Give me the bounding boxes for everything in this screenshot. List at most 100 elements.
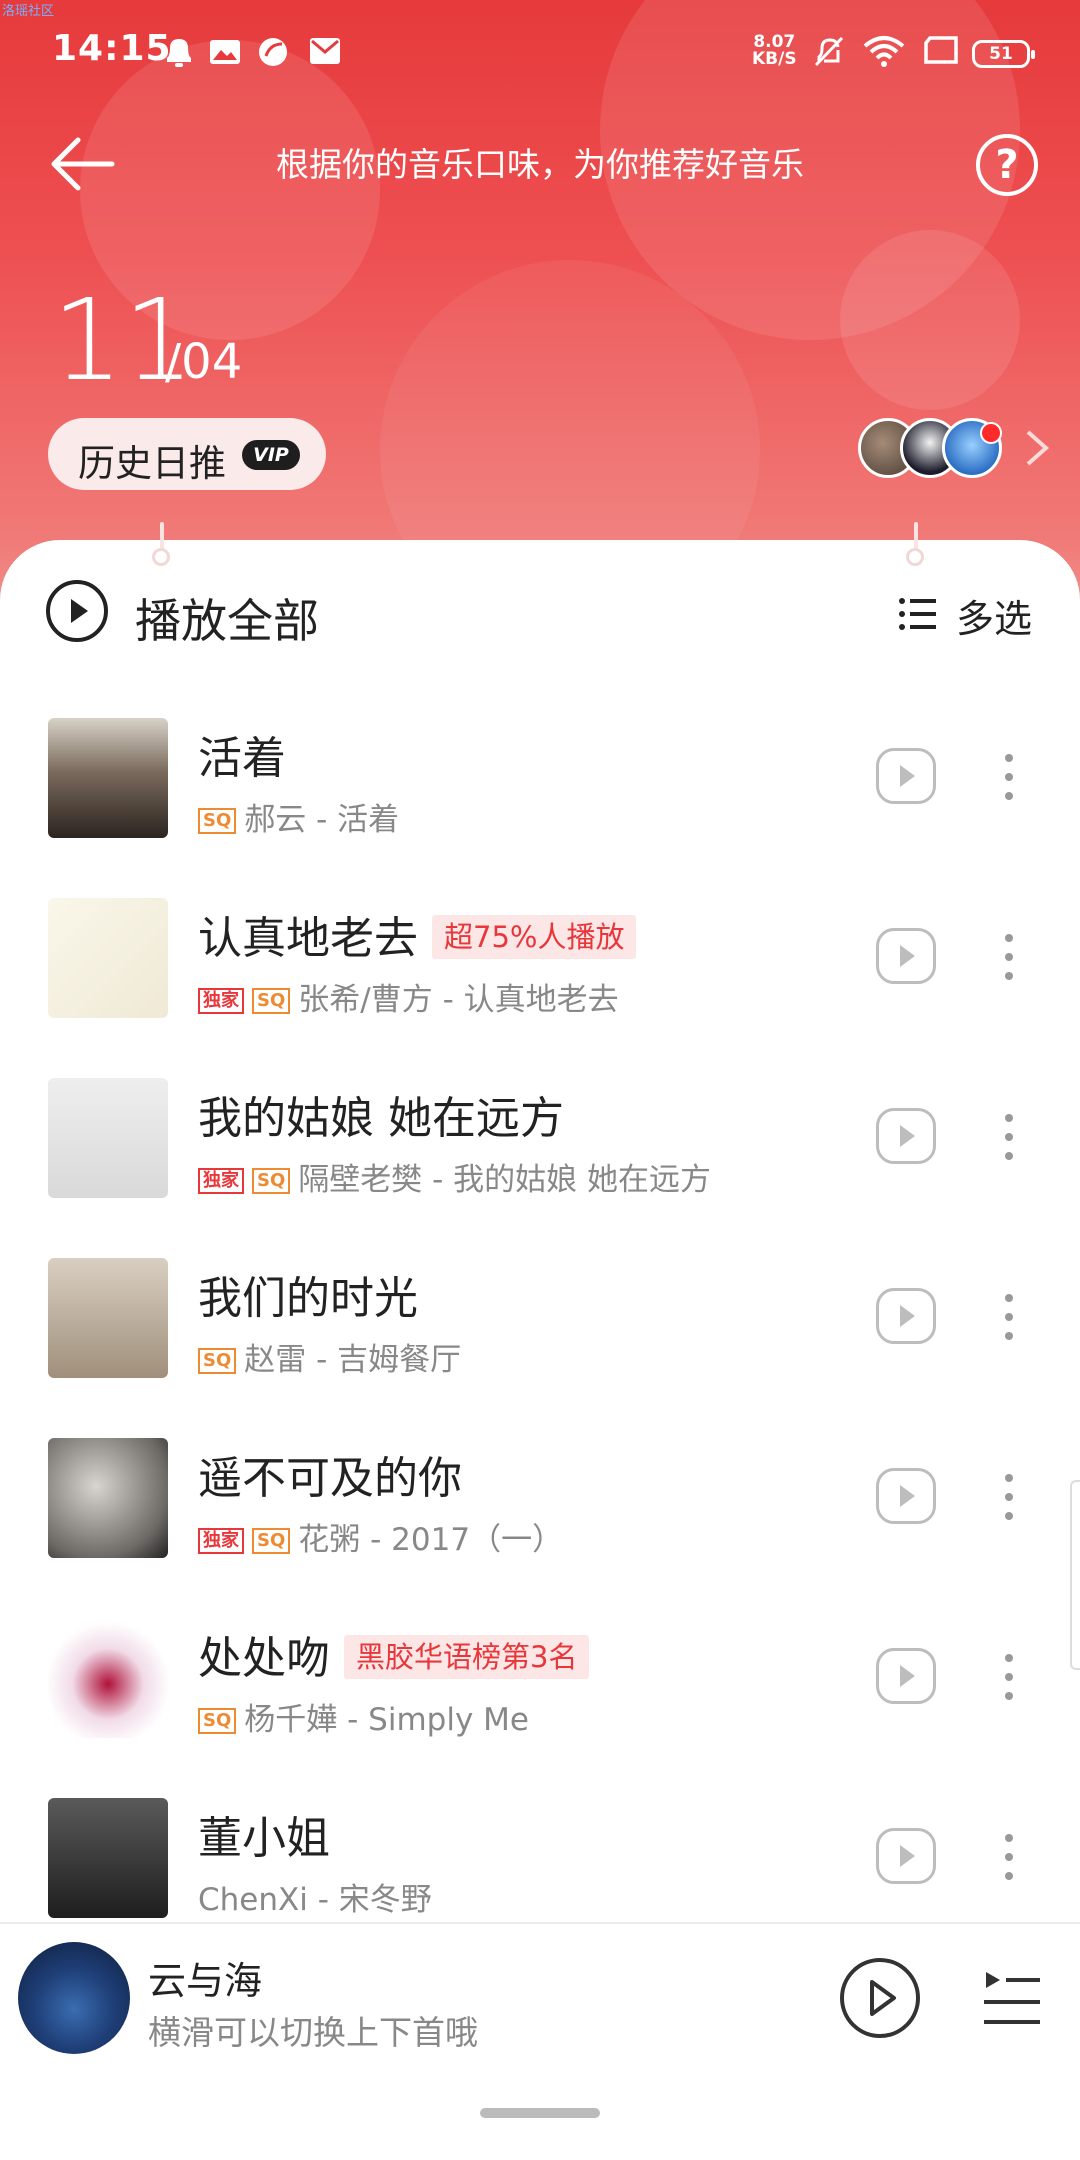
battery-indicator: 51 (972, 40, 1035, 68)
chevron-right-icon[interactable] (1022, 428, 1052, 468)
mv-play-icon[interactable] (876, 1288, 936, 1344)
play-all-button[interactable]: 播放全部 (135, 585, 319, 651)
song-title: 认真地老去 (198, 913, 418, 964)
song-row[interactable]: 认真地老去 超75%人播放 独家 SQ 张希/曹方 - 认真地老去 (0, 898, 1080, 1058)
sq-badge: SQ (198, 1348, 237, 1374)
artist-album-separator: - (360, 1522, 392, 1558)
sq-badge: SQ (252, 1528, 291, 1554)
song-album: 认真地老去 (463, 982, 619, 1018)
mini-player-hint: 横滑可以切换上下首哦 (148, 2013, 478, 2052)
mute-bell-icon (814, 36, 844, 67)
song-row[interactable]: 我的姑娘 她在远方 独家 SQ 隔壁老樊 - 我的姑娘 她在远方 (0, 1078, 1080, 1238)
song-row[interactable]: 处处吻 黑胶华语榜第3名 SQ 杨千嬅 - Simply Me (0, 1618, 1080, 1778)
screen-icon (924, 36, 958, 64)
mini-player-play-icon[interactable] (840, 1958, 920, 2038)
album-cover[interactable] (48, 1618, 168, 1738)
song-artist: 赵雷 (244, 1342, 307, 1378)
net-speed: 8.07 KB/S (752, 34, 797, 68)
album-cover[interactable] (48, 1078, 168, 1198)
mv-play-icon[interactable] (876, 928, 936, 984)
song-meta: 独家 SQ 隔壁老樊 - 我的姑娘 她在远方 (198, 1154, 711, 1199)
song-artist: 杨千嬅 (244, 1702, 338, 1738)
artist-album-separator: - (306, 802, 338, 838)
song-row[interactable]: 遥不可及的你 独家 SQ 花粥 - 2017（一） (0, 1438, 1080, 1598)
song-title-line: 我们的时光 (198, 1262, 418, 1326)
song-meta: SQ 杨千嬅 - Simply Me (198, 1694, 529, 1739)
song-title: 我的姑娘 她在远方 (198, 1093, 564, 1144)
mv-play-icon[interactable] (876, 1648, 936, 1704)
song-artist: 隔壁老樊 (298, 1162, 423, 1198)
album-cover[interactable] (48, 718, 168, 838)
bell-notification-icon (167, 39, 191, 67)
more-options-icon[interactable] (1000, 1472, 1018, 1522)
sq-badge: SQ (252, 988, 291, 1014)
song-title-line: 我的姑娘 她在远方 (198, 1082, 564, 1146)
song-album: 我的姑娘 她在远方 (453, 1162, 712, 1198)
vip-badge: VIP (242, 440, 300, 470)
app-root: 洛瑶社区 14:15 8.07 KB/S 51 根据你的音乐口味，为你推荐好音乐… (0, 0, 1080, 2160)
song-meta: ChenXi - 宋冬野 (198, 1874, 432, 1919)
net-speed-unit: KB/S (752, 49, 797, 69)
listener-avatars[interactable] (858, 418, 1008, 482)
more-options-icon[interactable] (1000, 752, 1018, 802)
help-icon[interactable]: ? (976, 134, 1038, 196)
envelope-icon (310, 38, 340, 64)
album-cover[interactable] (48, 898, 168, 1018)
song-title: 处处吻 (198, 1633, 330, 1684)
album-cover[interactable] (48, 1258, 168, 1378)
mv-play-icon[interactable] (876, 748, 936, 804)
song-row[interactable]: 活着 SQ 郝云 - 活着 (0, 718, 1080, 878)
exclusive-badge: 独家 (198, 1528, 244, 1554)
mini-player-cover[interactable] (18, 1942, 130, 2054)
song-title-line: 董小姐 (198, 1802, 330, 1866)
song-meta: SQ 郝云 - 活着 (198, 794, 399, 839)
multi-select-label: 多选 (956, 597, 1033, 641)
song-meta: 独家 SQ 花粥 - 2017（一） (198, 1514, 563, 1559)
sq-badge: SQ (198, 1708, 237, 1734)
song-album: 吉姆餐厅 (337, 1342, 462, 1378)
sq-badge: SQ (198, 808, 237, 834)
home-indicator[interactable] (480, 2108, 600, 2118)
exclusive-badge: 独家 (198, 988, 244, 1014)
more-options-icon[interactable] (1000, 1112, 1018, 1162)
more-options-icon[interactable] (1000, 1292, 1018, 1342)
sq-badge: SQ (252, 1168, 291, 1194)
album-cover[interactable] (48, 1798, 168, 1918)
song-title-line: 遥不可及的你 (198, 1442, 462, 1506)
more-options-icon[interactable] (1000, 1832, 1018, 1882)
status-time: 14:15 (52, 28, 172, 69)
back-arrow-icon[interactable] (48, 128, 120, 200)
song-row[interactable]: 我们的时光 SQ 赵雷 - 吉姆餐厅 (0, 1258, 1080, 1418)
song-album: 宋冬野 (338, 1882, 432, 1918)
exclusive-badge: 独家 (198, 1168, 244, 1194)
song-meta: 独家 SQ 张希/曹方 - 认真地老去 (198, 974, 619, 1019)
history-recommend-label: 历史日推 (78, 442, 226, 485)
artist-album-separator: - (307, 1882, 339, 1918)
album-cover[interactable] (48, 1438, 168, 1558)
song-title: 我们的时光 (198, 1273, 418, 1324)
status-bar: 14:15 8.07 KB/S 51 (0, 0, 1080, 110)
mail-image-icon (210, 40, 240, 64)
mv-play-icon[interactable] (876, 1828, 936, 1884)
multi-select-button[interactable]: 多选 (898, 588, 1038, 644)
mv-play-icon[interactable] (876, 1108, 936, 1164)
artist-album-separator: - (422, 1162, 454, 1198)
mv-play-icon[interactable] (876, 1468, 936, 1524)
play-all-icon[interactable] (46, 580, 108, 642)
song-title-line: 认真地老去 超75%人播放 (198, 902, 637, 966)
playlist-icon[interactable] (982, 1968, 1042, 2028)
clip-ring-decoration (906, 548, 924, 566)
scroll-indicator[interactable] (1070, 1480, 1080, 1670)
artist-album-separator: - (337, 1702, 369, 1738)
song-title: 董小姐 (198, 1813, 330, 1864)
more-options-icon[interactable] (1000, 1652, 1018, 1702)
new-dot-badge (980, 422, 1002, 444)
mini-player-title: 云与海 (148, 1959, 263, 2003)
history-recommend-button[interactable]: 历史日推 VIP (48, 418, 326, 490)
song-album: Simply Me (368, 1702, 529, 1738)
mini-player[interactable]: 云与海 横滑可以切换上下首哦 (0, 1922, 1080, 2082)
app-notification-icon (259, 38, 287, 66)
wifi-icon (863, 36, 905, 67)
more-options-icon[interactable] (1000, 932, 1018, 982)
artist-album-separator: - (306, 1342, 338, 1378)
